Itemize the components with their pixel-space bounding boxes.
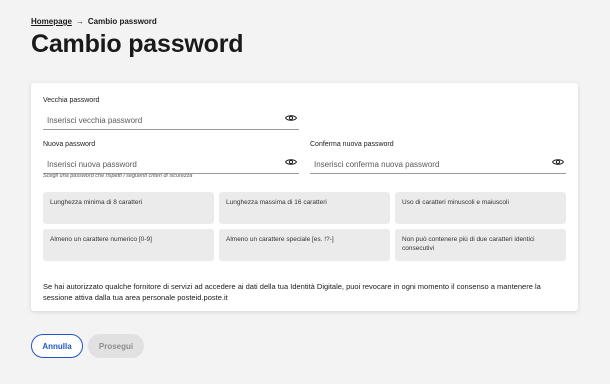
consent-notice: Se hai autorizzato qualche fornitore di … [43,281,541,303]
breadcrumb-home-link[interactable]: Homepage [31,17,72,26]
new-password-label: Nuova password [43,141,96,148]
criteria-item: Non può contenere più di due caratteri i… [395,229,566,261]
old-password-label: Vecchia password [43,97,100,104]
eye-icon[interactable] [285,113,297,123]
cancel-button[interactable]: Annulla [31,334,83,358]
confirm-password-box [310,154,566,174]
criteria-item: Almeno un carattere speciale [es. !?-] [219,229,390,261]
password-criteria: Lunghezza minima di 8 caratteri Lunghezz… [43,192,566,261]
eye-icon[interactable] [552,157,564,167]
old-password-box [43,110,299,130]
criteria-item: Lunghezza minima di 8 caratteri [43,192,214,224]
criteria-item: Uso di caratteri minuscoli e maiuscoli [395,192,566,224]
criteria-item: Lunghezza massima di 16 caratteri [219,192,390,224]
breadcrumb: Homepage → Cambio password [31,17,157,26]
breadcrumb-current: Cambio password [87,17,157,26]
password-hint: Scegli una password che rispetti i segue… [43,173,193,179]
confirm-password-input[interactable] [310,156,514,173]
arrow-right-icon: → [75,17,84,26]
old-password-field: Vecchia password [43,97,299,130]
old-password-input[interactable] [43,112,247,129]
new-password-input[interactable] [43,156,247,173]
continue-button[interactable]: Prosegui [88,334,144,358]
confirm-password-field: Conferma nuova password [310,141,566,174]
confirm-password-label: Conferma nuova password [310,141,394,148]
page-title: Cambio password [31,30,244,58]
new-password-field: Nuova password [43,141,299,174]
new-password-box [43,154,299,174]
criteria-item: Almeno un carattere numerico [0-9] [43,229,214,261]
eye-icon[interactable] [285,157,297,167]
